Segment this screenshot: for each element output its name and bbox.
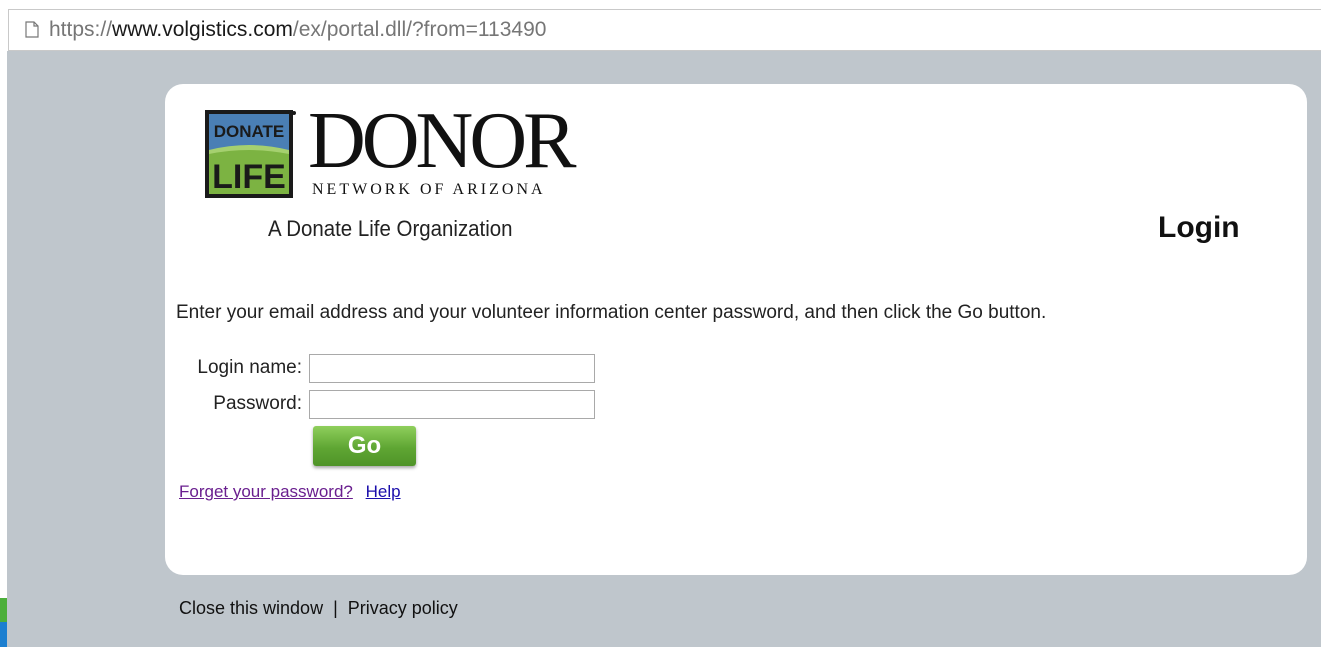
url-text[interactable]: https://www.volgistics.com/ex/portal.dll… xyxy=(49,10,546,50)
password-label: Password: xyxy=(213,393,302,414)
url-prefix: https:// xyxy=(49,18,113,41)
go-button[interactable]: Go xyxy=(313,426,416,466)
help-link[interactable]: Help xyxy=(366,482,401,501)
donate-life-logo-icon: DONATE LIFE xyxy=(205,110,296,198)
logo-badge-bottom: LIFE xyxy=(212,158,286,196)
address-bar[interactable]: https://www.volgistics.com/ex/portal.dll… xyxy=(8,9,1321,51)
privacy-policy-link[interactable]: Privacy policy xyxy=(348,598,458,618)
logo-wordmark: DONOR xyxy=(308,97,576,185)
close-window-link[interactable]: Close this window xyxy=(179,598,323,618)
login-name-input[interactable] xyxy=(309,354,595,383)
url-path: /ex/portal.dll/?from=113490 xyxy=(292,18,547,41)
left-edge-blue xyxy=(0,622,7,647)
left-edge-green xyxy=(0,598,7,622)
page-icon xyxy=(25,21,39,38)
forgot-password-link[interactable]: Forget your password? xyxy=(179,482,353,501)
footer-separator: | xyxy=(333,598,338,618)
instructions-text: Enter your email address and your volunt… xyxy=(176,302,1047,323)
logo-badge-top: DONATE xyxy=(214,122,285,141)
url-host: www.volgistics.com xyxy=(112,18,293,41)
login-name-label: Login name: xyxy=(197,357,302,378)
footer: Close this window | Privacy policy xyxy=(179,598,458,619)
logo-subtitle: NETWORK OF ARIZONA xyxy=(312,181,546,198)
help-links: Forget your password? Help xyxy=(179,482,401,502)
logo-tagline: A Donate Life Organization xyxy=(268,216,513,241)
page-title: Login xyxy=(1158,211,1240,244)
password-input[interactable] xyxy=(309,390,595,419)
left-edge xyxy=(0,51,7,647)
